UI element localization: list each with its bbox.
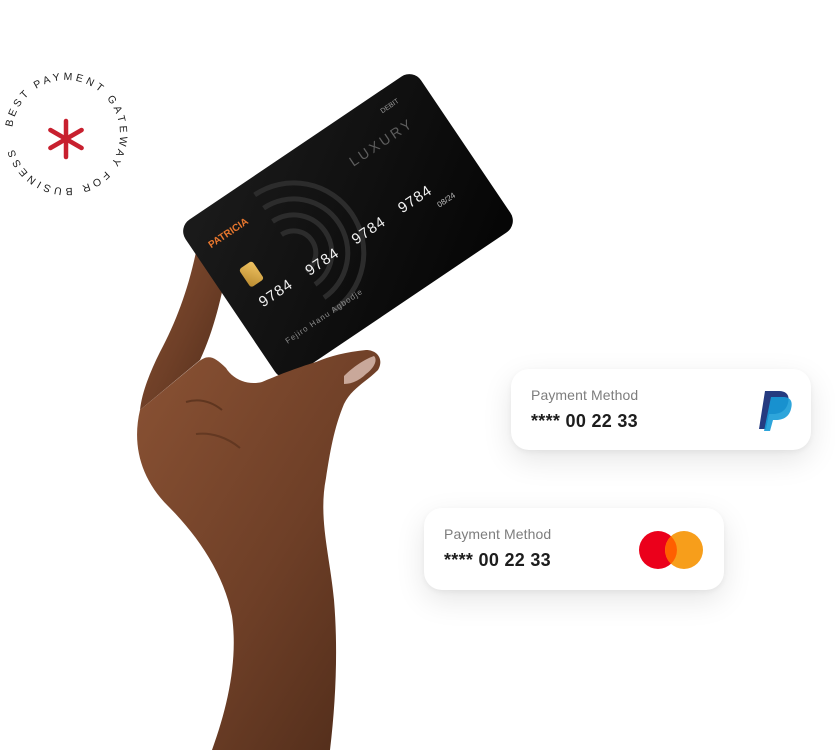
paypal-icon <box>759 391 792 431</box>
payment-method-label: Payment Method <box>444 526 552 542</box>
payment-method-number: **** 00 22 33 <box>444 550 551 570</box>
payment-method-card-paypal[interactable]: Payment Method **** 00 22 33 <box>511 369 811 450</box>
payment-method-card-mastercard[interactable]: Payment Method **** 00 22 33 <box>424 508 724 590</box>
debit-card: PATRICIA DEBIT LUXURY 9784 9784 9784 978… <box>183 74 513 378</box>
hand <box>137 350 381 750</box>
payment-method-label: Payment Method <box>531 387 639 403</box>
mastercard-icon <box>639 531 703 569</box>
payment-method-number: **** 00 22 33 <box>531 411 638 431</box>
